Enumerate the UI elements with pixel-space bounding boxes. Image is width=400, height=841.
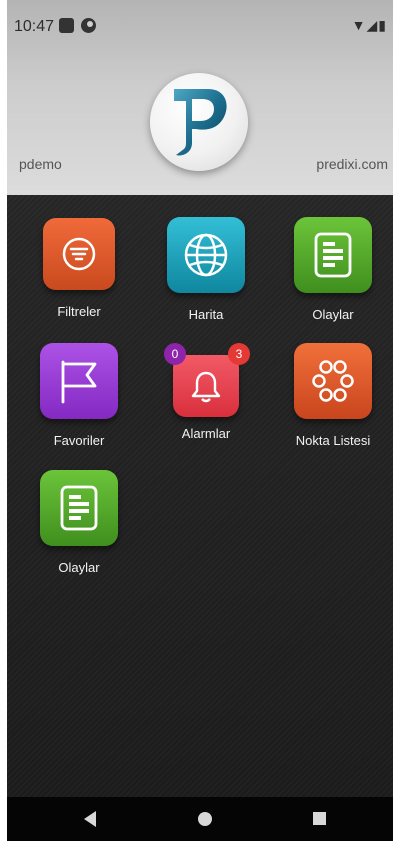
- home-icon[interactable]: [198, 812, 212, 826]
- tile-label: Olaylar: [58, 560, 100, 575]
- status-bar: 10:47 ▼◢▮: [7, 0, 393, 56]
- tile-filters[interactable]: Filtreler: [24, 218, 134, 319]
- points-icon[interactable]: [294, 343, 372, 419]
- menu-grid: Filtreler Harita Olaylar Favoriler 0 3 A…: [7, 195, 393, 797]
- back-icon[interactable]: [84, 811, 96, 827]
- account-name: pdemo: [19, 156, 62, 172]
- list-icon[interactable]: [294, 217, 372, 293]
- bell-icon[interactable]: [173, 355, 239, 417]
- tile-favorites[interactable]: Favoriler: [24, 343, 134, 448]
- site-domain[interactable]: predixi.com: [316, 156, 388, 172]
- signal-battery-icons: ▼◢▮: [351, 17, 387, 33]
- tile-events[interactable]: Olaylar: [278, 217, 388, 322]
- recents-icon[interactable]: [313, 812, 326, 825]
- tile-label: Filtreler: [57, 304, 101, 319]
- badge-alarm-count-left: 0: [164, 343, 186, 365]
- filter-icon[interactable]: [43, 218, 115, 290]
- tile-label: Favoriler: [53, 433, 105, 448]
- globe-icon[interactable]: [167, 217, 245, 293]
- status-time: 10:47: [14, 18, 55, 35]
- badge-alarm-count-right: 3: [228, 343, 250, 365]
- logo-glyph: [174, 89, 227, 156]
- predixi-logo-icon[interactable]: [150, 73, 248, 171]
- tile-label: Harita: [188, 307, 224, 322]
- system-nav-bar: [7, 797, 393, 841]
- tile-events-2[interactable]: Olaylar: [24, 470, 134, 575]
- tile-label: Alarmlar: [181, 426, 231, 441]
- notification-icon: [59, 18, 74, 33]
- tile-map[interactable]: Harita: [151, 217, 261, 322]
- header: 10:47 ▼◢▮ pdemo predixi.com: [7, 0, 393, 195]
- app-status-icon: [81, 18, 96, 33]
- list-icon[interactable]: [40, 470, 118, 546]
- tile-label: Nokta Listesi: [295, 433, 371, 448]
- flag-icon[interactable]: [40, 343, 118, 419]
- tile-alarms[interactable]: 0 3 Alarmlar: [151, 343, 261, 441]
- tile-point-list[interactable]: Nokta Listesi: [278, 343, 388, 448]
- app-screen: 10:47 ▼◢▮ pdemo predixi.com Filtreler Ha…: [7, 0, 393, 841]
- tile-label: Olaylar: [312, 307, 354, 322]
